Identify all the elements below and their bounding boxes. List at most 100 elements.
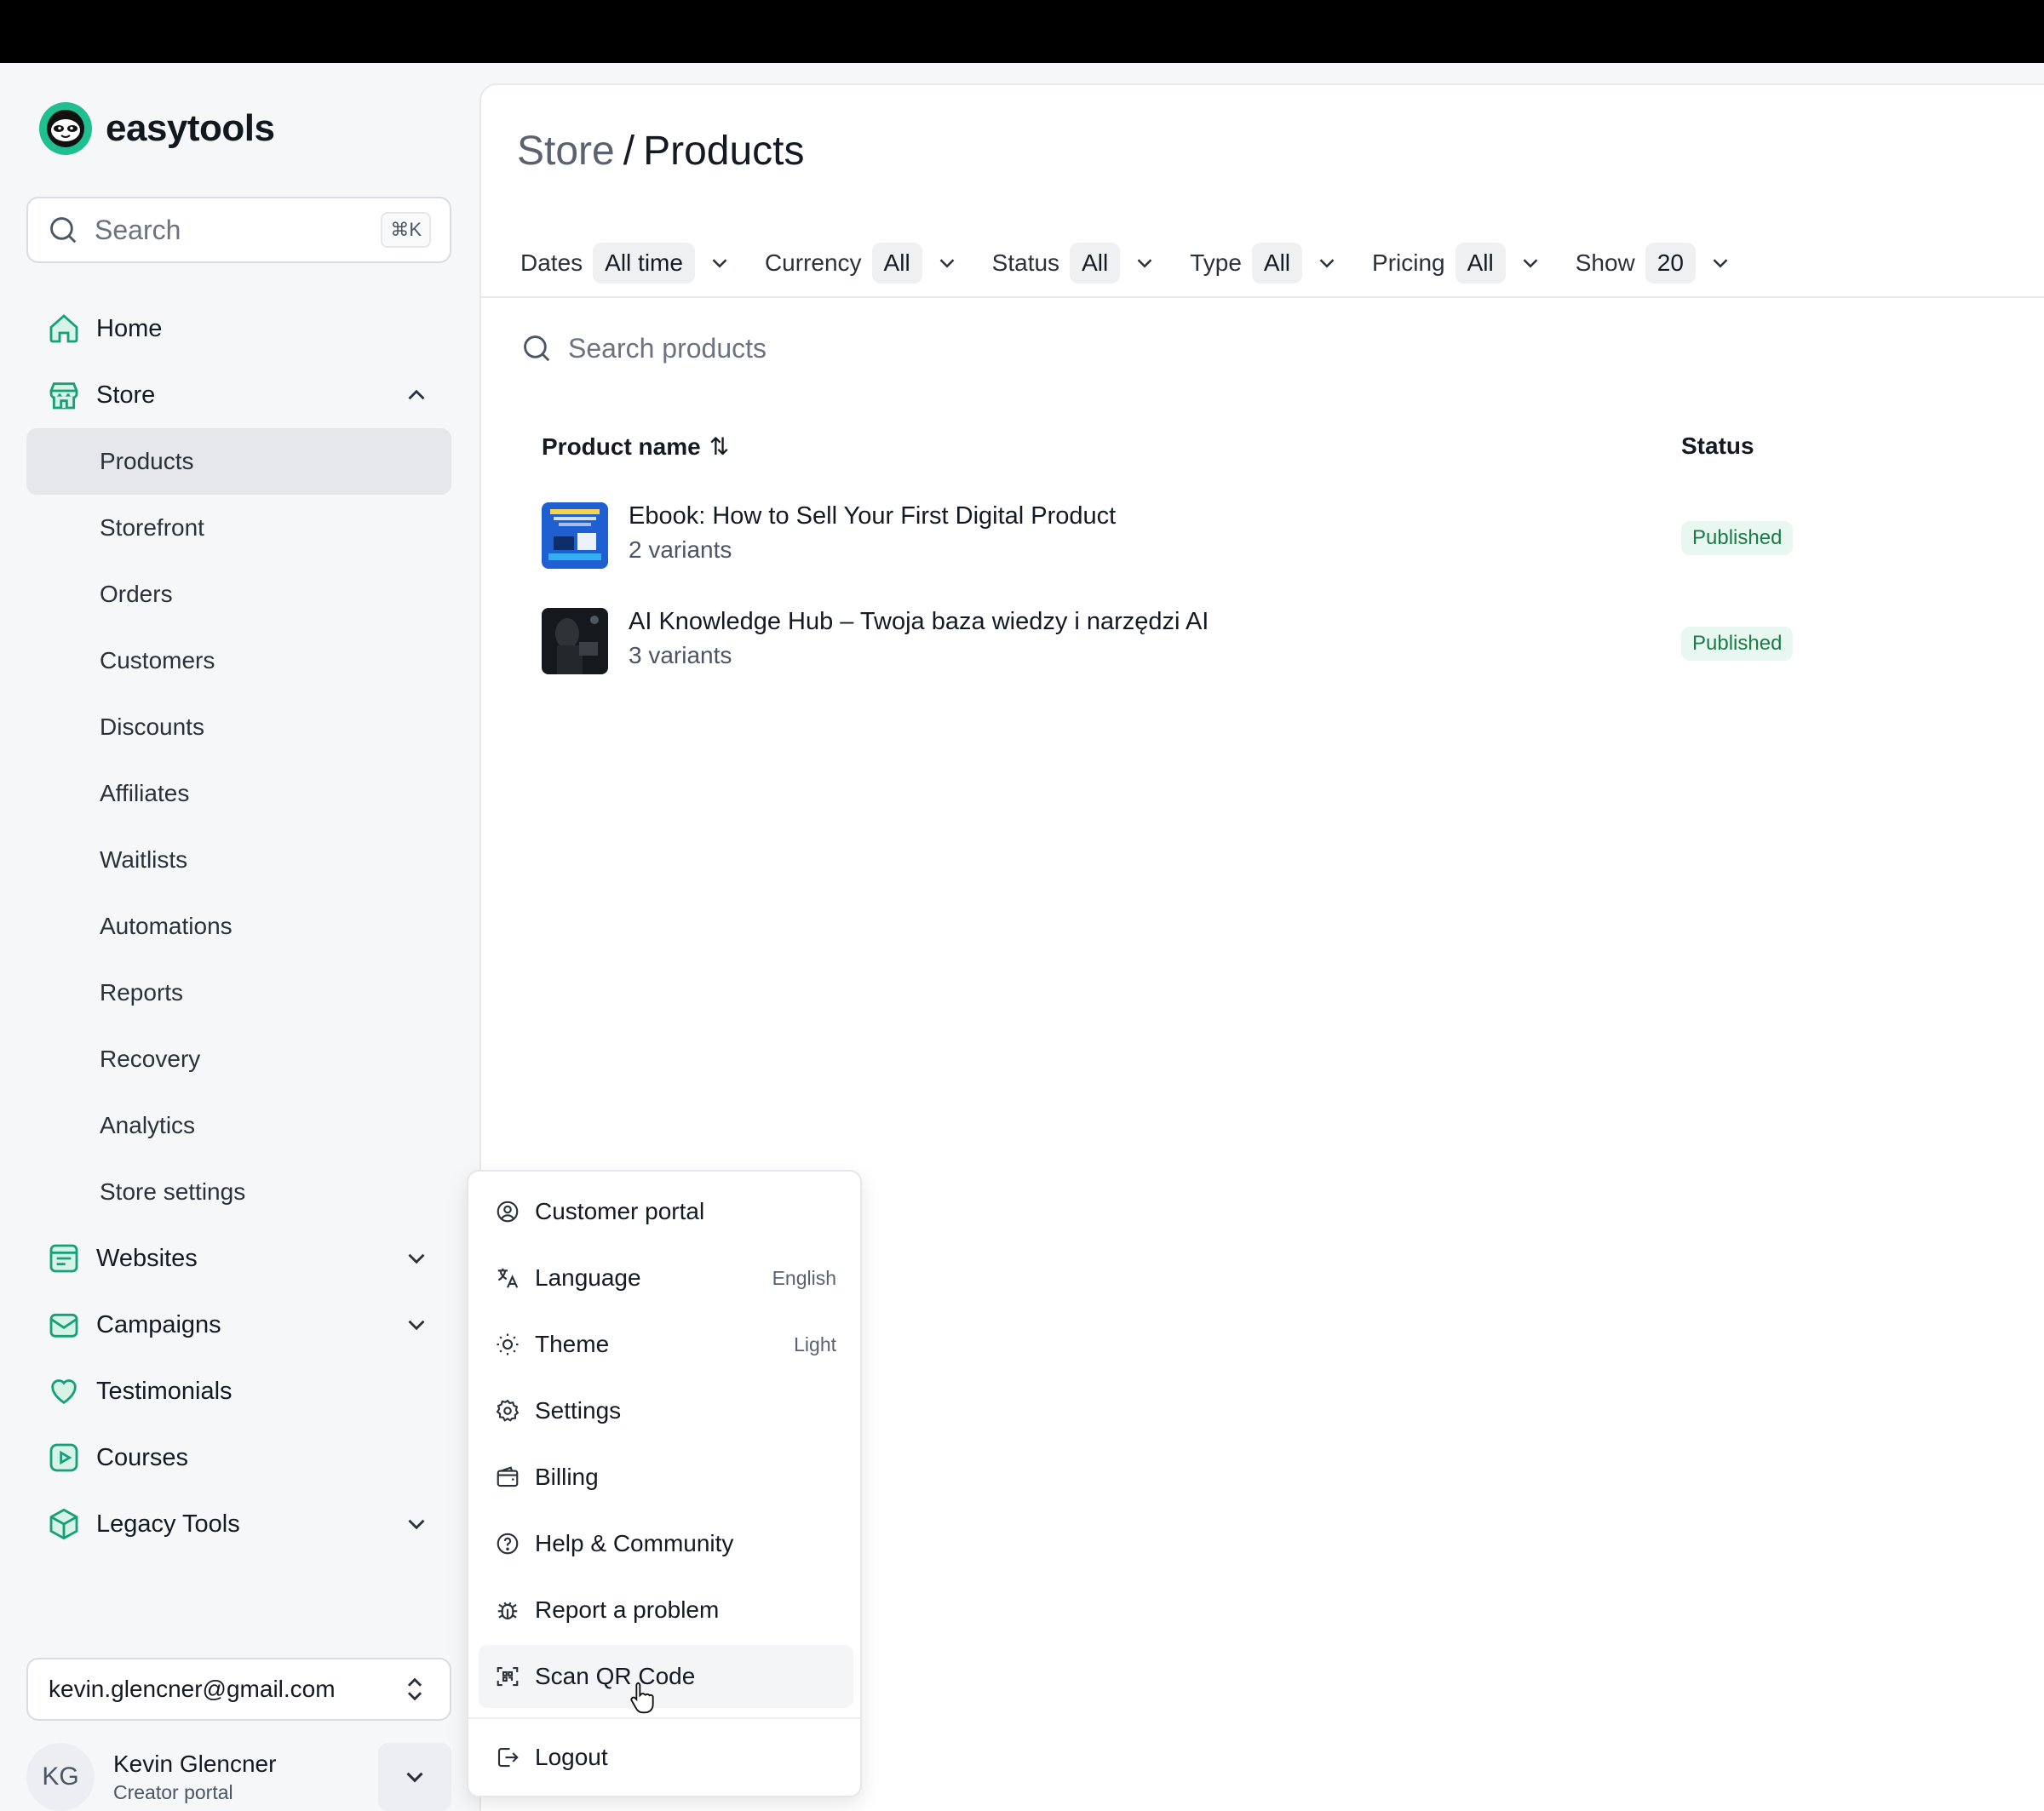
account-email: kevin.glencner@gmail.com bbox=[49, 1676, 336, 1702]
menu-item-billing[interactable]: Billing bbox=[479, 1446, 853, 1509]
filter-currency[interactable]: Currency All bbox=[765, 243, 960, 284]
sidebar-item-label: Websites bbox=[96, 1244, 198, 1272]
table-row[interactable]: Ebook: How to Sell Your First Digital Pr… bbox=[542, 502, 1989, 570]
sidebar-subitem-discounts[interactable]: Discounts bbox=[26, 694, 451, 760]
menu-item-theme[interactable]: Theme Light bbox=[479, 1313, 853, 1376]
user-profile[interactable]: KG Kevin Glencner Creator portal bbox=[26, 1743, 451, 1811]
sidebar-subitem-reports[interactable]: Reports bbox=[26, 960, 451, 1026]
hand-cursor-icon bbox=[630, 1682, 654, 1714]
menu-item-report-problem[interactable]: Report a problem bbox=[479, 1579, 853, 1642]
filter-value: All time bbox=[593, 243, 695, 284]
sloth-logo-icon bbox=[39, 102, 92, 155]
status-badge: Published bbox=[1681, 521, 1794, 555]
table-row[interactable]: AI Knowledge Hub – Twoja baza wiedzy i n… bbox=[542, 608, 1989, 676]
filter-label: Status bbox=[991, 249, 1060, 276]
filter-value: All bbox=[1070, 243, 1121, 284]
chevron-down-icon bbox=[1713, 259, 1728, 268]
menu-item-label: Billing bbox=[535, 1464, 599, 1490]
menu-item-logout[interactable]: Logout bbox=[479, 1726, 853, 1789]
filter-pricing[interactable]: Pricing All bbox=[1372, 243, 1543, 284]
sidebar-item-home[interactable]: Home bbox=[26, 295, 451, 362]
brand[interactable]: easytools bbox=[39, 102, 275, 155]
sidebar-item-label: Testimonials bbox=[96, 1377, 233, 1405]
filter-dates[interactable]: Dates All time bbox=[520, 243, 732, 284]
user-name: Kevin Glencner bbox=[113, 1750, 277, 1777]
filter-label: Pricing bbox=[1372, 249, 1445, 276]
menu-item-customer-portal[interactable]: Customer portal bbox=[479, 1180, 853, 1243]
product-thumbnail bbox=[542, 502, 608, 569]
websites-icon bbox=[45, 1240, 83, 1277]
sidebar-item-legacy-tools[interactable]: Legacy Tools bbox=[26, 1491, 451, 1557]
chevron-up-icon[interactable] bbox=[402, 381, 431, 410]
column-label: Product name bbox=[542, 433, 701, 460]
sidebar-subitem-analytics[interactable]: Analytics bbox=[26, 1092, 451, 1159]
menu-divider bbox=[468, 1717, 860, 1719]
sidebar-item-courses[interactable]: Courses bbox=[26, 1424, 451, 1491]
menu-item-label: Theme bbox=[535, 1331, 610, 1357]
filter-value: 20 bbox=[1645, 243, 1696, 284]
logout-icon bbox=[494, 1744, 521, 1771]
filter-value: All bbox=[1455, 243, 1506, 284]
filter-label: Dates bbox=[520, 249, 583, 276]
store-icon bbox=[45, 376, 83, 414]
search-icon bbox=[524, 335, 550, 362]
filter-type[interactable]: Type All bbox=[1190, 243, 1340, 284]
product-search-input[interactable]: Search products bbox=[520, 332, 766, 364]
user-circle-icon bbox=[494, 1198, 521, 1225]
avatar: KG bbox=[26, 1743, 95, 1811]
sidebar-subitem-products[interactable]: Products bbox=[26, 428, 451, 495]
sidebar-item-store[interactable]: Store bbox=[26, 362, 451, 428]
column-status: Status bbox=[1681, 433, 1754, 459]
chevron-down-icon[interactable] bbox=[402, 1244, 431, 1273]
menu-item-label: Logout bbox=[535, 1744, 608, 1770]
product-thumbnail bbox=[542, 608, 608, 674]
sidebar-nav: Home Store Products Storefront Orders Cu… bbox=[26, 295, 451, 1557]
sidebar: easytools Search ⌘K Home Store Products … bbox=[0, 63, 478, 1811]
chevron-down-icon bbox=[712, 259, 727, 268]
top-black-bar bbox=[0, 0, 2044, 63]
sidebar-subitem-affiliates[interactable]: Affiliates bbox=[26, 760, 451, 827]
menu-item-label: Report a problem bbox=[535, 1596, 720, 1623]
menu-item-help-community[interactable]: Help & Community bbox=[479, 1512, 853, 1575]
account-selector[interactable]: kevin.glencner@gmail.com bbox=[26, 1658, 451, 1721]
filter-show[interactable]: Show 20 bbox=[1576, 243, 1733, 284]
filter-label: Currency bbox=[764, 249, 862, 276]
sidebar-subitem-recovery[interactable]: Recovery bbox=[26, 1026, 451, 1092]
sidebar-subitem-orders[interactable]: Orders bbox=[26, 561, 451, 628]
chevron-down-icon[interactable] bbox=[402, 1310, 431, 1339]
menu-item-scan-qr-code[interactable]: Scan QR Code bbox=[479, 1645, 853, 1708]
product-title[interactable]: AI Knowledge Hub – Twoja baza wiedzy i n… bbox=[629, 608, 1209, 636]
brand-name: easytools bbox=[106, 107, 275, 149]
user-dropdown-menu: Customer portal Language English Theme L… bbox=[467, 1170, 862, 1797]
breadcrumb-parent[interactable]: Store bbox=[517, 129, 615, 174]
page-title: Products bbox=[643, 129, 805, 174]
product-title[interactable]: Ebook: How to Sell Your First Digital Pr… bbox=[629, 502, 1116, 530]
chevron-down-icon bbox=[1137, 259, 1152, 268]
chevron-updown-icon bbox=[407, 1677, 422, 1701]
sidebar-item-campaigns[interactable]: Campaigns bbox=[26, 1292, 451, 1358]
chevron-down-icon bbox=[1319, 259, 1335, 268]
help-icon bbox=[494, 1530, 521, 1557]
sidebar-subitem-storefront[interactable]: Storefront bbox=[26, 495, 451, 561]
sidebar-subitem-store-settings[interactable]: Store settings bbox=[26, 1159, 451, 1225]
search-placeholder: Search bbox=[95, 214, 181, 245]
product-variants: 2 variants bbox=[629, 536, 732, 563]
chevron-down-icon[interactable] bbox=[402, 1510, 431, 1539]
sidebar-subitem-waitlists[interactable]: Waitlists bbox=[26, 827, 451, 893]
chevron-down-icon bbox=[939, 259, 955, 268]
sidebar-item-testimonials[interactable]: Testimonials bbox=[26, 1358, 451, 1424]
user-menu-toggle[interactable] bbox=[378, 1743, 451, 1811]
menu-item-language[interactable]: Language English bbox=[479, 1246, 853, 1310]
filter-status[interactable]: Status All bbox=[992, 243, 1158, 284]
menu-item-label: Language bbox=[535, 1264, 641, 1291]
filter-value: All bbox=[1251, 243, 1303, 284]
sidebar-subitem-customers[interactable]: Customers bbox=[26, 628, 451, 694]
sidebar-item-websites[interactable]: Websites bbox=[26, 1225, 451, 1292]
home-icon bbox=[45, 310, 83, 347]
filter-label: Show bbox=[1575, 249, 1635, 276]
language-value: English bbox=[772, 1266, 836, 1289]
sidebar-search-input[interactable]: Search ⌘K bbox=[26, 197, 451, 263]
menu-item-settings[interactable]: Settings bbox=[479, 1379, 853, 1442]
sidebar-subitem-automations[interactable]: Automations bbox=[26, 893, 451, 960]
column-product-name[interactable]: Product name ⇅ bbox=[542, 433, 729, 461]
